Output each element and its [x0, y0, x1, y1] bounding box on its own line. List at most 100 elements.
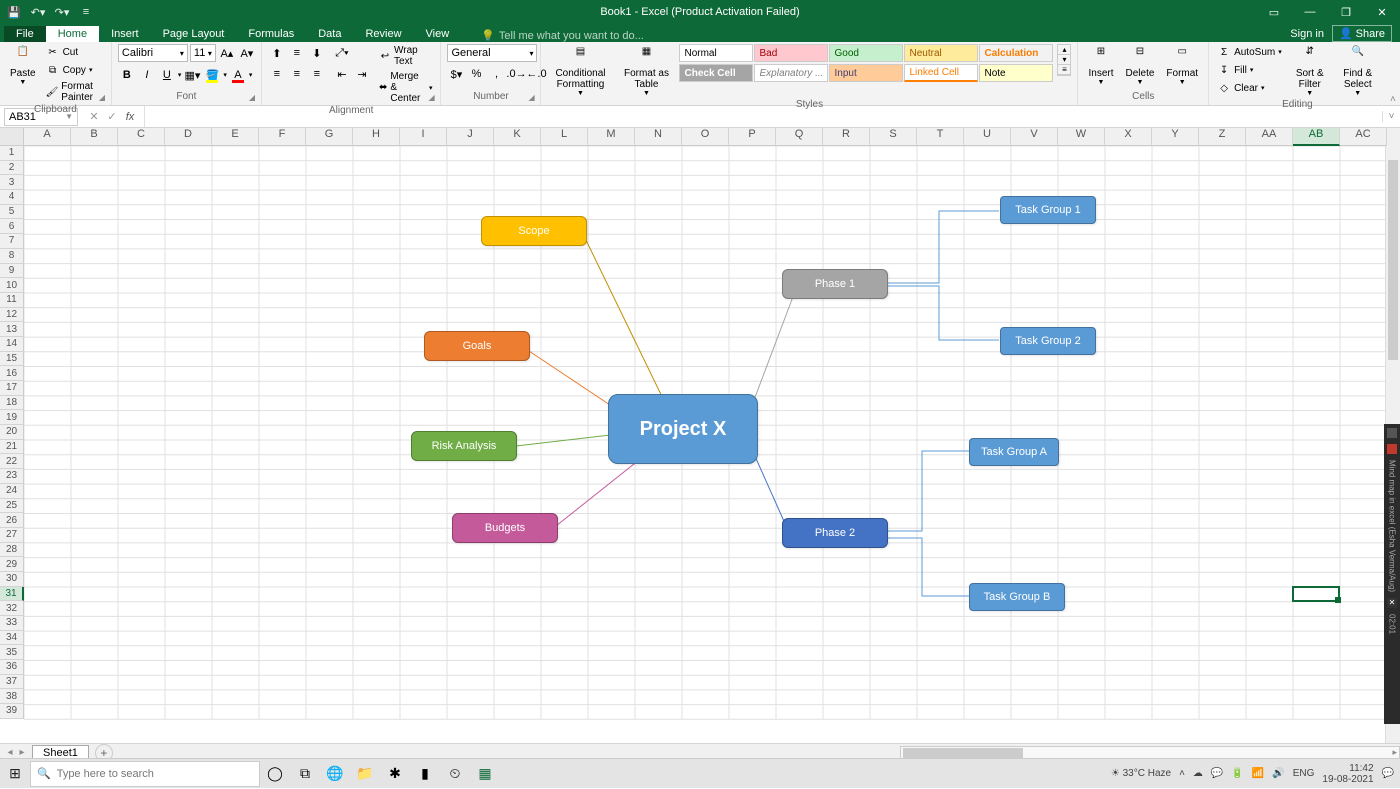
wrap-text-button[interactable]: ↩Wrap Text: [377, 44, 435, 68]
shape-phase2[interactable]: Phase 2: [782, 518, 888, 548]
align-center-icon[interactable]: ≡: [288, 65, 306, 83]
tab-insert[interactable]: Insert: [99, 26, 151, 42]
copy-button[interactable]: ⧉Copy▾: [44, 62, 105, 78]
tab-file[interactable]: File: [4, 26, 46, 42]
fill-color-icon[interactable]: 🪣: [203, 66, 221, 84]
format-cells-button[interactable]: ▭Format▼: [1162, 44, 1202, 88]
tray-chevron-icon[interactable]: ˄: [1179, 768, 1185, 779]
shape-task-group-b[interactable]: Task Group B: [969, 583, 1065, 611]
volume-icon[interactable]: 🔊: [1272, 768, 1284, 779]
row-header-14[interactable]: 14: [0, 337, 24, 352]
tab-review[interactable]: Review: [353, 26, 413, 42]
sign-in-link[interactable]: Sign in: [1290, 28, 1324, 40]
col-header-N[interactable]: N: [635, 128, 682, 146]
shape-task-group-a[interactable]: Task Group A: [969, 438, 1059, 466]
align-top-icon[interactable]: ⬆: [268, 44, 286, 62]
row-header-36[interactable]: 36: [0, 660, 24, 675]
increase-indent-icon[interactable]: ⇥: [353, 65, 371, 83]
row-header-7[interactable]: 7: [0, 234, 24, 249]
row-header-22[interactable]: 22: [0, 454, 24, 469]
accounting-format-icon[interactable]: $▾: [447, 65, 465, 83]
col-header-E[interactable]: E: [212, 128, 259, 146]
col-header-X[interactable]: X: [1105, 128, 1152, 146]
shape-central[interactable]: Project X: [608, 394, 758, 464]
sidebar-grid-icon[interactable]: [1387, 428, 1397, 438]
row-header-6[interactable]: 6: [0, 219, 24, 234]
taskbar-search[interactable]: 🔍 Type here to search: [30, 761, 260, 787]
powerbi-icon[interactable]: ▮: [410, 759, 440, 789]
tell-me-search[interactable]: 💡 Tell me what you want to do...: [481, 29, 644, 42]
ribbon-display-icon[interactable]: ▭: [1256, 0, 1292, 24]
style-check-cell[interactable]: Check Cell: [679, 64, 753, 82]
row-header-31[interactable]: 31: [0, 587, 24, 602]
col-header-AA[interactable]: AA: [1246, 128, 1293, 146]
share-button[interactable]: 👤 Share: [1332, 25, 1392, 42]
shape-risk[interactable]: Risk Analysis: [411, 431, 517, 461]
autosum-button[interactable]: ΣAutoSum▾: [1215, 44, 1284, 60]
row-header-1[interactable]: 1: [0, 146, 24, 161]
orientation-icon[interactable]: ⤢▾: [333, 44, 351, 62]
weather-widget[interactable]: ☀ 33°C Haze: [1111, 768, 1171, 779]
shape-task-group-2[interactable]: Task Group 2: [1000, 327, 1096, 355]
style-note[interactable]: Note: [979, 64, 1053, 82]
style-explanatory[interactable]: Explanatory ...: [754, 64, 828, 82]
col-header-Y[interactable]: Y: [1152, 128, 1199, 146]
row-header-37[interactable]: 37: [0, 675, 24, 690]
shape-task-group-1[interactable]: Task Group 1: [1000, 196, 1096, 224]
tab-data[interactable]: Data: [306, 26, 353, 42]
shape-phase1[interactable]: Phase 1: [782, 269, 888, 299]
insert-function-icon[interactable]: fx: [122, 111, 138, 123]
language-indicator[interactable]: ENG: [1293, 768, 1315, 779]
row-header-26[interactable]: 26: [0, 513, 24, 528]
row-header-2[interactable]: 2: [0, 161, 24, 176]
close-icon[interactable]: ✕: [1364, 0, 1400, 24]
cortana-icon[interactable]: ◯: [260, 759, 290, 789]
tab-home[interactable]: Home: [46, 26, 99, 42]
undo-icon[interactable]: ↶▾: [30, 4, 46, 20]
clear-button[interactable]: ◇Clear▾: [1215, 80, 1284, 96]
shape-goals[interactable]: Goals: [424, 331, 530, 361]
col-header-P[interactable]: P: [729, 128, 776, 146]
row-header-38[interactable]: 38: [0, 689, 24, 704]
row-header-8[interactable]: 8: [0, 249, 24, 264]
onedrive-icon[interactable]: ☁: [1193, 768, 1203, 779]
col-header-D[interactable]: D: [165, 128, 212, 146]
cut-button[interactable]: ✂Cut: [44, 44, 105, 60]
col-header-L[interactable]: L: [541, 128, 588, 146]
styles-gallery-scroll[interactable]: ▴▾≡: [1057, 44, 1071, 76]
alignment-dialog-icon[interactable]: ◢: [428, 93, 438, 103]
sheet-nav-buttons[interactable]: ◂▸: [0, 747, 32, 758]
font-size-combo[interactable]: 11▾: [190, 44, 216, 62]
meet-now-icon[interactable]: 💬: [1211, 768, 1223, 779]
row-header-32[interactable]: 32: [0, 601, 24, 616]
tab-view[interactable]: View: [414, 26, 462, 42]
redo-icon[interactable]: ↷▾: [54, 4, 70, 20]
align-right-icon[interactable]: ≡: [308, 65, 326, 83]
task-view-icon[interactable]: ⧉: [290, 759, 320, 789]
sort-filter-button[interactable]: ⇵Sort & Filter▼: [1288, 44, 1332, 99]
decrease-indent-icon[interactable]: ⇤: [333, 65, 351, 83]
bold-button[interactable]: B: [118, 66, 136, 84]
row-header-28[interactable]: 28: [0, 543, 24, 558]
row-header-33[interactable]: 33: [0, 616, 24, 631]
col-header-F[interactable]: F: [259, 128, 306, 146]
fill-button[interactable]: ↧Fill▾: [1215, 62, 1284, 78]
col-header-G[interactable]: G: [306, 128, 353, 146]
shape-scope[interactable]: Scope: [481, 216, 587, 246]
cells-area[interactable]: Scope Goals Risk Analysis Budgets Projec…: [24, 146, 1385, 743]
sidebar-close-icon[interactable]: ✕: [1387, 598, 1397, 608]
chrome-icon[interactable]: 🌐: [320, 759, 350, 789]
row-header-24[interactable]: 24: [0, 484, 24, 499]
comma-format-icon[interactable]: ,: [487, 65, 505, 83]
col-header-T[interactable]: T: [917, 128, 964, 146]
clock[interactable]: 11:42 19-08-2021: [1322, 763, 1373, 785]
col-header-A[interactable]: A: [24, 128, 71, 146]
row-header-34[interactable]: 34: [0, 631, 24, 646]
row-header-15[interactable]: 15: [0, 352, 24, 367]
style-good[interactable]: Good: [829, 44, 903, 62]
col-header-S[interactable]: S: [870, 128, 917, 146]
row-header-17[interactable]: 17: [0, 381, 24, 396]
percent-format-icon[interactable]: %: [467, 65, 485, 83]
number-dialog-icon[interactable]: ◢: [528, 93, 538, 103]
col-header-C[interactable]: C: [118, 128, 165, 146]
